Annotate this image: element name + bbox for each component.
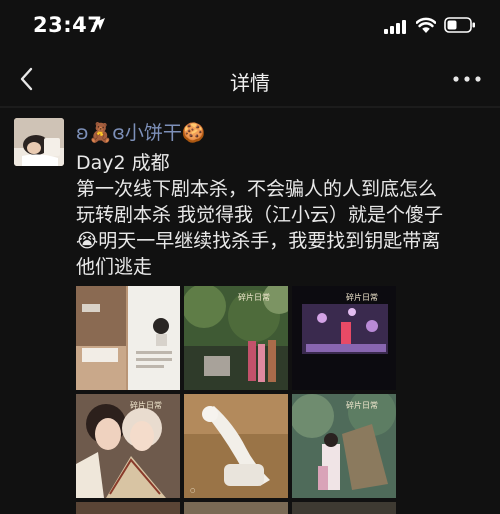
photo-caption: 碎片日常 [130,400,162,410]
nav-divider [0,106,500,108]
author-name[interactable]: ʚ🧸ɞ小饼干🍪 [76,118,206,145]
location-arrow-icon [93,18,105,30]
photo-thumbnail-9[interactable] [292,502,396,514]
photo-caption: 碎片日常 [346,400,378,410]
photo-caption: 碎片日常 [346,292,378,302]
photo-caption: 碎片日常 [238,292,270,302]
post-text-line: Day2 成都 [76,152,170,174]
battery-icon [444,17,475,33]
post-text-line: 第一次线下剧本杀，不会骗人的人到底怎么 [76,178,438,200]
photo-thumbnail-7[interactable] [76,502,180,514]
cellular-signal-icon [384,20,406,34]
more-dots-icon [453,76,481,82]
post-text-line: 他们逃走 [76,256,153,278]
svg-text:○: ○ [190,487,195,494]
photo-thumbnail-8[interactable] [184,502,288,514]
more-options-button[interactable] [452,72,482,86]
photo-thumbnail-1[interactable] [76,286,180,390]
avatar-image [14,118,64,166]
post-text-line: 玩转剧本杀 我觉得我（江小云）就是个傻子 [76,204,444,226]
status-bar: 23:47 [0,0,500,50]
wifi-icon [416,17,436,33]
page-title: 详情 [230,71,270,95]
photo-thumbnail-5[interactable]: ○ [184,394,288,498]
photo-thumbnail-2[interactable]: 碎片日常 [184,286,288,390]
photo-thumbnail-3[interactable]: 碎片日常 [292,286,396,390]
photo-thumbnail-4[interactable]: 碎片日常 [76,394,180,498]
nav-bar: 详情 [0,52,500,106]
screen: 23:47 详情 ʚ🧸ɞ小饼干🍪 Day2 成都 第一次线下剧本杀，不会骗人的人… [0,0,500,514]
photo-thumbnail-6[interactable]: 碎片日常 [292,394,396,498]
avatar[interactable] [14,118,64,166]
post-text-line: 😭明天一早继续找杀手，我要找到钥匙带离 [76,230,441,252]
post-text: Day2 成都 第一次线下剧本杀，不会骗人的人到底怎么 玩转剧本杀 我觉得我（江… [76,150,496,280]
